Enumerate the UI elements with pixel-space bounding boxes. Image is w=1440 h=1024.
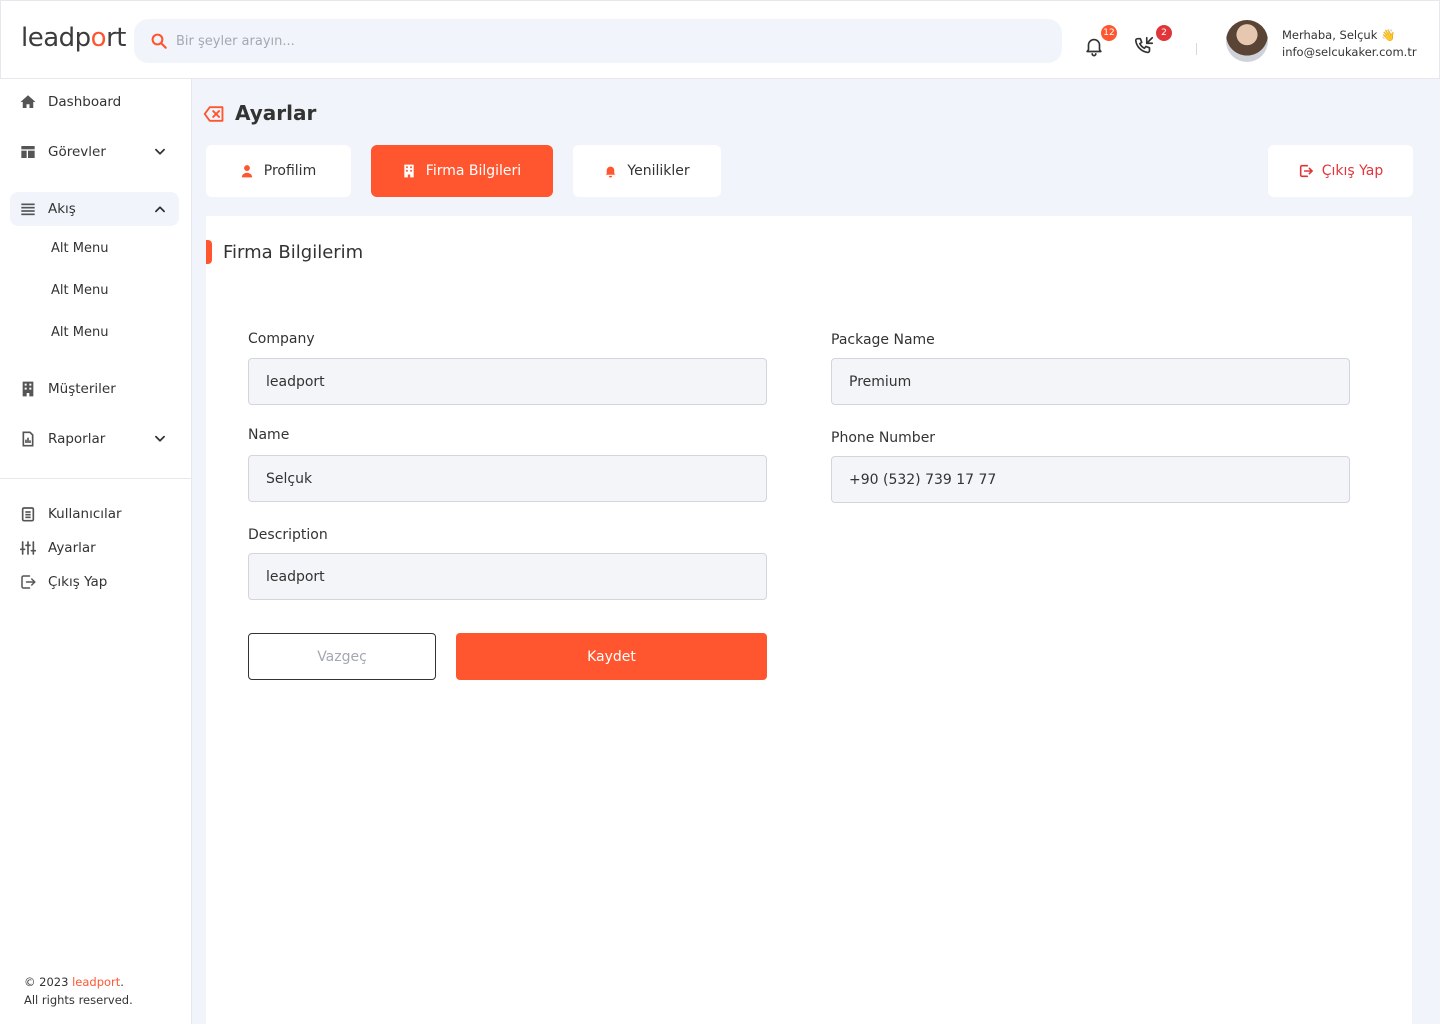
copyright-text: © 2023	[24, 975, 73, 989]
sidebar-item-label: Çıkış Yap	[48, 574, 108, 590]
section-accent	[206, 240, 212, 264]
sidebar-item-label: Dashboard	[48, 94, 122, 110]
top-header: leadport 12 2 Merhaba, Selçuk 👋 info@sel…	[0, 0, 1440, 79]
tab-firma-bilgileri[interactable]: Firma Bilgileri	[371, 145, 553, 197]
tab-label: Profilim	[263, 163, 317, 179]
menu-icon	[19, 200, 37, 218]
sidebar-subitem[interactable]: Alt Menu	[51, 241, 108, 256]
calls-badge: 2	[1154, 23, 1174, 43]
sidebar-item-label: Raporlar	[48, 431, 106, 447]
logout-icon	[19, 573, 37, 591]
sidebar-item-label: Görevler	[48, 144, 106, 160]
package-label: Package Name	[831, 332, 935, 348]
chevron-down-icon[interactable]	[153, 432, 167, 446]
chevron-down-icon[interactable]	[153, 145, 167, 159]
sidebar: Dashboard Görevler Akış Alt Menu Alt Men…	[0, 79, 192, 1024]
save-button[interactable]: Kaydet	[456, 633, 767, 680]
name-field[interactable]	[248, 455, 767, 502]
incoming-call-icon[interactable]	[1133, 35, 1155, 57]
footer-copyright: © 2023 leadport.	[24, 975, 124, 989]
sidebar-item-label: Kullanıcılar	[48, 506, 122, 522]
logout-icon	[1299, 164, 1313, 178]
package-field[interactable]	[831, 358, 1350, 405]
sidebar-item-dashboard[interactable]: Dashboard	[10, 85, 179, 119]
description-field[interactable]	[248, 553, 767, 600]
description-label: Description	[248, 527, 328, 543]
user-greeting: Merhaba, Selçuk 👋	[1282, 28, 1396, 42]
sidebar-item-cikis[interactable]: Çıkış Yap	[10, 565, 179, 599]
tab-profilim[interactable]: Profilim	[206, 145, 351, 197]
sidebar-item-musteriler[interactable]: Müşteriler	[10, 372, 179, 406]
sidebar-item-gorevler[interactable]: Görevler	[10, 135, 179, 169]
sliders-icon	[19, 539, 37, 557]
home-icon	[19, 93, 37, 111]
chevron-up-icon[interactable]	[153, 202, 167, 216]
section-title: Firma Bilgilerim	[223, 242, 364, 263]
search-icon	[151, 33, 167, 49]
phone-label: Phone Number	[831, 430, 936, 446]
notification-badge: 12	[1099, 23, 1119, 43]
page-title: Ayarlar	[235, 101, 317, 125]
user-icon	[241, 164, 255, 178]
sidebar-item-akis[interactable]: Akış	[10, 192, 179, 226]
form-card	[206, 216, 1412, 1024]
building-icon	[19, 380, 37, 398]
sidebar-item-label: Müşteriler	[48, 381, 116, 397]
logout-button[interactable]: Çıkış Yap	[1268, 145, 1413, 197]
header-divider	[1196, 43, 1197, 55]
sidebar-item-label: Akış	[48, 201, 76, 217]
phone-field[interactable]	[831, 456, 1350, 503]
sidebar-subitem[interactable]: Alt Menu	[51, 325, 108, 340]
company-label: Company	[248, 331, 315, 347]
tab-label: Firma Bilgileri	[425, 163, 522, 179]
leadport-logo[interactable]: leadport	[21, 23, 126, 53]
search-input[interactable]	[176, 19, 1036, 63]
tab-yenilikler[interactable]: Yenilikler	[573, 145, 721, 197]
footer-brand[interactable]: leadport	[72, 975, 120, 989]
clipboard-icon	[19, 505, 37, 523]
search-bar	[134, 19, 1062, 63]
cancel-button[interactable]: Vazgeç	[248, 633, 436, 680]
footer-dot: .	[120, 975, 124, 989]
logout-label: Çıkış Yap	[1321, 163, 1384, 179]
user-email: info@selcukaker.com.tr	[1282, 45, 1417, 59]
report-icon	[19, 430, 37, 448]
company-field[interactable]	[248, 358, 767, 405]
sidebar-subitem[interactable]: Alt Menu	[51, 283, 108, 298]
building-icon	[403, 164, 417, 178]
tab-label: Yenilikler	[627, 163, 690, 179]
backspace-icon[interactable]	[203, 104, 225, 124]
sidebar-item-label: Ayarlar	[48, 540, 96, 556]
bell-icon	[604, 164, 618, 178]
layout-icon	[19, 143, 37, 161]
sidebar-divider	[0, 478, 191, 479]
avatar[interactable]	[1226, 20, 1268, 62]
sidebar-item-raporlar[interactable]: Raporlar	[10, 422, 179, 456]
footer-rights: All rights reserved.	[24, 993, 133, 1007]
sidebar-item-ayarlar[interactable]: Ayarlar	[10, 531, 179, 565]
name-label: Name	[248, 427, 290, 443]
sidebar-item-kullanicilar[interactable]: Kullanıcılar	[10, 497, 179, 531]
